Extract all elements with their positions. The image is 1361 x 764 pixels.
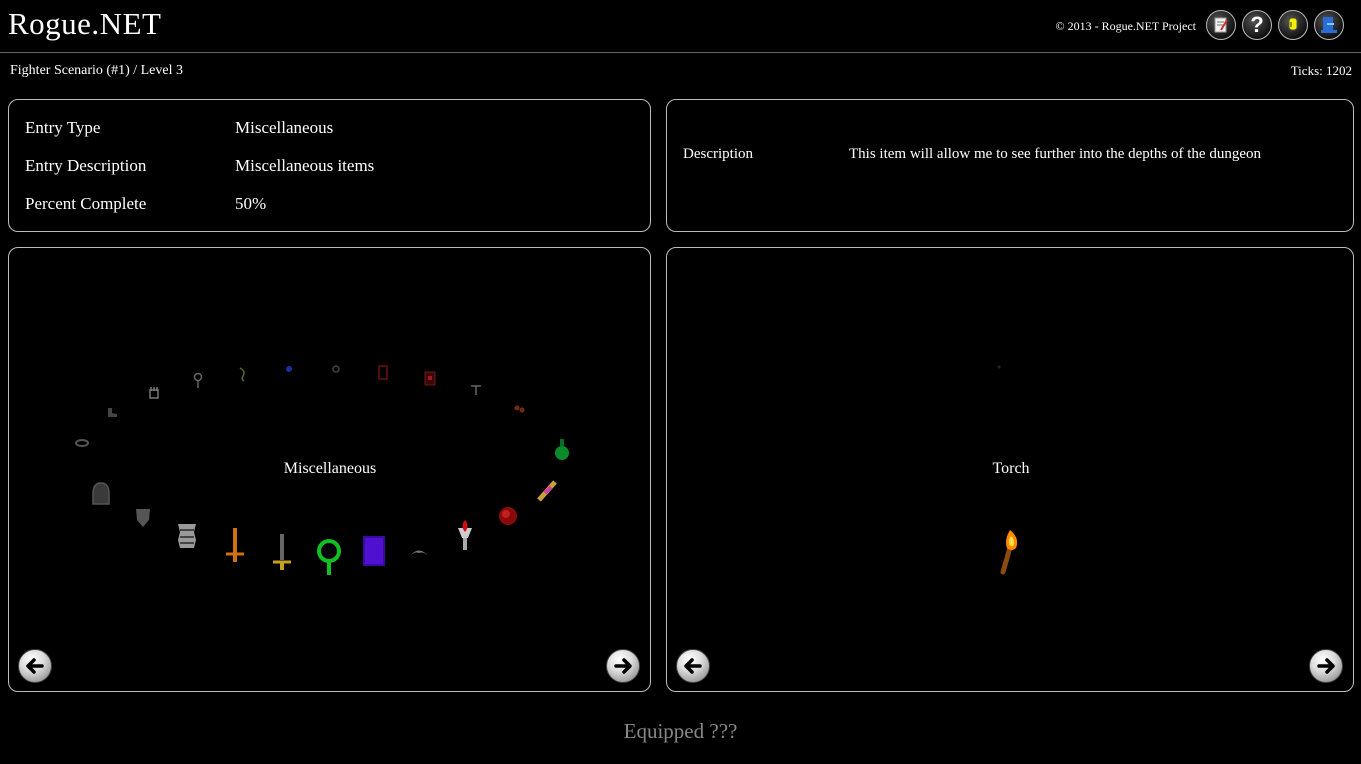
item-carousel-label: Torch — [992, 460, 1030, 477]
torch-wall-icon[interactable] — [452, 518, 478, 552]
scroll-red-icon[interactable] — [423, 370, 437, 388]
copyright-text: © 2013 - Rogue.NET Project — [1055, 19, 1196, 33]
ticks-counter: Ticks: 1202 — [1290, 63, 1352, 78]
rock-icon[interactable] — [331, 364, 341, 374]
scroll-icon — [1214, 17, 1228, 33]
key-icon[interactable] — [192, 372, 204, 390]
options-button[interactable] — [1278, 10, 1308, 40]
ring-icon[interactable] — [74, 438, 90, 448]
arrow-right-icon — [614, 658, 632, 674]
boots-icon[interactable] — [105, 406, 119, 418]
arrow-right-icon — [1317, 658, 1335, 674]
helmet-icon[interactable] — [90, 480, 112, 508]
journal-button[interactable] — [1206, 10, 1236, 40]
mirror-icon[interactable] — [315, 538, 343, 578]
lightbulb-icon — [1288, 17, 1298, 31]
entry-description-value: Miscellaneous items — [235, 156, 375, 175]
category-carousel-panel: Miscellaneous — [8, 247, 651, 692]
description-label: Description — [683, 146, 753, 162]
item-next-button[interactable] — [1309, 649, 1343, 683]
entry-type-label: Entry Type — [25, 118, 101, 137]
percent-complete-value: 50% — [235, 194, 267, 213]
help-icon: ? — [1250, 12, 1264, 37]
item-carousel-panel: Torch — [666, 247, 1354, 692]
entry-info-panel: Entry Type Miscellaneous Entry Descripti… — [8, 99, 651, 232]
exit-button[interactable] — [1314, 10, 1344, 40]
berries-icon[interactable] — [512, 401, 526, 415]
spellbook-icon[interactable] — [361, 535, 387, 569]
help-button[interactable]: ? — [1242, 10, 1272, 40]
arrow-left-icon — [684, 658, 702, 674]
description-value: This item will allow me to see further i… — [849, 146, 1261, 162]
app-title: Rogue.NET — [8, 6, 162, 41]
item-dot-icon[interactable] — [996, 364, 1002, 370]
gem-blue-icon[interactable] — [284, 364, 294, 374]
item-description-panel: Description This item will allow me to s… — [666, 99, 1354, 232]
entry-description-label: Entry Description — [25, 156, 147, 175]
category-carousel-label: Miscellaneous — [283, 460, 377, 477]
category-prev-button[interactable] — [18, 649, 52, 683]
dagger-icon[interactable] — [269, 532, 295, 574]
item-prev-button[interactable] — [676, 649, 710, 683]
top-bar: Rogue.NET © 2013 - Rogue.NET Project ? — [0, 0, 1361, 53]
gauntlet-icon[interactable] — [147, 386, 161, 402]
shield-icon[interactable] — [134, 506, 152, 530]
category-next-button[interactable] — [606, 649, 640, 683]
amulet-icon[interactable] — [237, 366, 249, 382]
pickaxe-icon[interactable] — [469, 383, 483, 397]
potion-green-icon[interactable] — [553, 438, 571, 462]
armor-icon[interactable] — [174, 520, 200, 552]
arrow-left-icon — [26, 658, 44, 674]
exit-icon — [1321, 17, 1337, 33]
equipped-status: Equipped ??? — [623, 719, 738, 743]
wand-icon[interactable] — [536, 478, 558, 504]
orb-red-icon[interactable] — [496, 504, 520, 528]
percent-complete-label: Percent Complete — [25, 194, 147, 213]
crown-icon[interactable] — [407, 544, 431, 560]
torch-icon[interactable] — [992, 528, 1026, 576]
entry-type-value: Miscellaneous — [235, 118, 334, 137]
sword-orange-icon[interactable] — [222, 526, 248, 566]
book-icon[interactable] — [377, 364, 389, 382]
breadcrumb: Fighter Scenario (#1) / Level 3 — [10, 63, 184, 78]
